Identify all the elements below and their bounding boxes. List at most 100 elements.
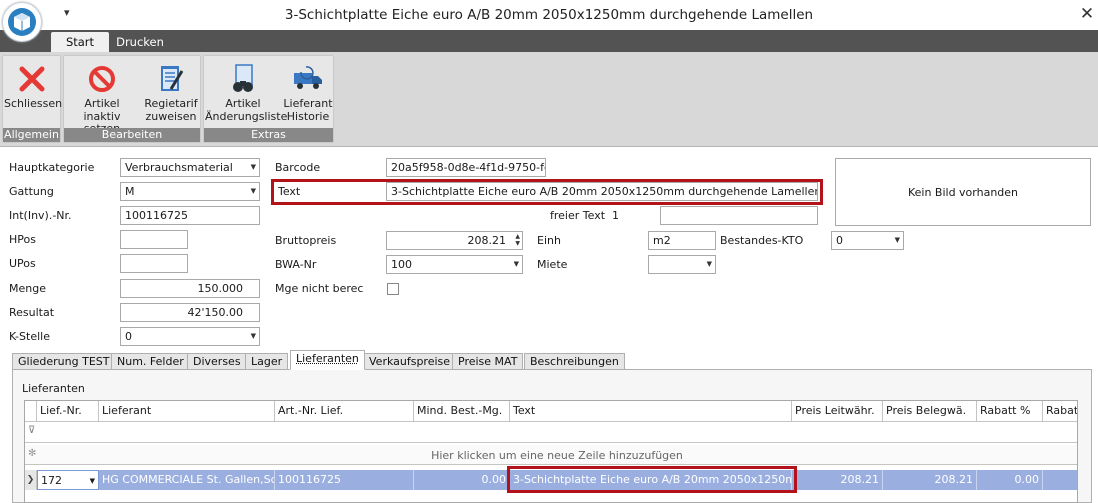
mge-checkbox[interactable] (387, 283, 399, 295)
bestandes-label: Bestandes-KTO (720, 234, 804, 247)
chevron-down-icon[interactable]: ▼ (90, 471, 95, 489)
bwanr-value: 100 (391, 258, 412, 271)
menge-field[interactable]: 150.000 (120, 279, 260, 298)
historie-label-2: Historie (286, 109, 330, 123)
freiertext-field[interactable] (660, 206, 818, 225)
ribbon-group-allgemein: Schliessen Allgemein (2, 55, 63, 143)
cell-mindbest[interactable]: 0.00 (414, 470, 510, 490)
col-header-rabatt[interactable]: Rabatt % (977, 401, 1043, 421)
liefnr-value: 172 (41, 474, 62, 487)
schliessen-label: Schliessen (4, 97, 63, 110)
window-close-icon[interactable]: ✕ (1078, 4, 1096, 24)
bestandes-value: 0 (836, 234, 843, 247)
schliessen-button[interactable]: Schliessen (4, 58, 63, 128)
filter-icon[interactable]: ⊽ (28, 425, 35, 436)
historie-label-1: Lieferant (283, 97, 333, 110)
col-header-preis-beleg[interactable]: Preis Belegwä. (883, 401, 977, 421)
ribbon-tab-strip: Start Drucken (0, 30, 1098, 52)
artikel-inaktiv-button[interactable]: Artikel inaktiv setzen (65, 58, 139, 135)
filter-row[interactable]: ⊽ (25, 421, 1077, 443)
freiertext-label-text: freier Text (550, 209, 606, 222)
upos-label: UPos (9, 257, 36, 270)
regietarif-zuweisen-button[interactable]: Regietarif zuweisen (141, 58, 201, 128)
col-header-preis-leit[interactable]: Preis Leitwähr. (792, 401, 883, 421)
tab-diverses[interactable]: Diverses (187, 353, 247, 370)
cell-lieferant[interactable]: HG COMMERCIALE St. Gallen,Scho (99, 470, 275, 490)
bwanr-select[interactable]: 100 ▼ (386, 255, 523, 274)
resultat-label: Resultat (9, 306, 55, 319)
hpos-field[interactable] (120, 230, 188, 249)
spinner-arrows-icon[interactable]: ▲ ▼ (515, 233, 520, 247)
text-label: Text (278, 185, 301, 198)
tab-lieferanten[interactable]: Lieferanten (290, 350, 365, 370)
tab-beschreibungen[interactable]: Beschreibungen (524, 353, 625, 370)
freiertext-index: 1 (612, 209, 620, 222)
einh-field[interactable]: m2 (648, 231, 716, 250)
chevron-down-icon: ▼ (513, 260, 519, 268)
app-logo-icon[interactable] (2, 2, 42, 42)
col-header-text[interactable]: Text (510, 401, 792, 421)
row-indicator-header (25, 401, 37, 421)
binoculars-document-icon (227, 62, 259, 96)
intnr-field[interactable]: 100116725 (120, 206, 260, 225)
delivery-truck-icon (292, 62, 324, 96)
bruttopreis-value: 208.21 (467, 234, 507, 247)
artikel-aenderungsliste-button[interactable]: Artikel Änderungsliste (205, 58, 287, 128)
new-row[interactable]: ✻ Hier klicken um eine neue Zeile hinzuz… (25, 445, 1077, 465)
resultat-field[interactable]: 42'150.00 (120, 303, 260, 322)
miete-select[interactable]: ▼ (648, 255, 716, 274)
tab-lager[interactable]: Lager (245, 353, 289, 370)
freiertext-label: freier Text 1 (550, 209, 619, 222)
col-header-lieferant[interactable]: Lieferant (99, 401, 275, 421)
new-row-hint[interactable]: Hier klicken um eine neue Zeile hinzuzuf… (37, 445, 1077, 467)
tab-gliederung[interactable]: Gliederung TEST (12, 353, 116, 370)
cell-preis-beleg[interactable]: 208.21 (883, 470, 977, 490)
hauptkategorie-label: Hauptkategorie (9, 161, 95, 174)
tab-start[interactable]: Start (51, 32, 109, 52)
col-header-artnr[interactable]: Art.-Nr. Lief. (275, 401, 414, 421)
hauptkategorie-select[interactable]: Verbrauchsmaterial ▼ (120, 158, 260, 177)
asterisk-icon: ✻ (28, 448, 37, 459)
upos-field[interactable] (120, 254, 188, 273)
tab-lieferanten-label: Lieferanten (296, 352, 359, 365)
chevron-down-icon: ▼ (250, 332, 256, 340)
cell-rabatt[interactable]: 0.00 (977, 470, 1043, 490)
tab-verkaufspreise[interactable]: Verkaufspreise (363, 353, 457, 370)
gattung-label: Gattung (9, 185, 54, 198)
window-title: 3-Schichtplatte Eiche euro A/B 20mm 2050… (284, 7, 814, 23)
panel-title: Lieferanten (22, 382, 85, 395)
chevron-down-icon: ▼ (894, 236, 900, 244)
tab-preise-mat[interactable]: Preise MAT (452, 353, 524, 370)
cell-preis-leit[interactable]: 208.21 (792, 470, 883, 490)
bruttopreis-spinner[interactable]: 208.21 ▲ ▼ (386, 231, 523, 250)
chevron-down-icon: ▼ (250, 163, 256, 171)
text-field[interactable]: 3-Schichtplatte Eiche euro A/B 20mm 2050… (386, 182, 818, 201)
barcode-label: Barcode (275, 161, 321, 174)
col-header-rabat2[interactable]: Rabat (1043, 401, 1077, 421)
group-label-allgemein: Allgemein (3, 128, 60, 142)
menge-label: Menge (9, 282, 46, 295)
col-header-mindbest[interactable]: Mind. Best.-Mg. (414, 401, 510, 421)
row-current-icon: ❯ (25, 470, 37, 490)
bestandes-select[interactable]: 0 ▼ (831, 231, 904, 250)
gattung-value: M (125, 185, 135, 198)
close-icon (16, 62, 48, 96)
prohibited-icon (86, 62, 118, 96)
col-header-liefnr[interactable]: Lief.-Nr. (37, 401, 99, 421)
aenderungsliste-label-1: Artikel (225, 97, 261, 110)
cell-liefnr[interactable]: 172 ▼ (37, 470, 99, 490)
cell-rabat2[interactable] (1043, 470, 1077, 490)
tab-drucken[interactable]: Drucken (112, 32, 168, 52)
chevron-down-icon: ▼ (706, 260, 712, 268)
artikel-inaktiv-label-1: Artikel (84, 97, 120, 110)
image-placeholder[interactable]: Kein Bild vorhanden (835, 158, 1091, 226)
cell-artnr[interactable]: 100116725 (275, 470, 414, 490)
gattung-select[interactable]: M ▼ (120, 182, 260, 201)
lieferant-historie-button[interactable]: Lieferant Historie (283, 58, 333, 128)
kstelle-select[interactable]: 0 ▼ (120, 327, 260, 346)
tab-num-felder[interactable]: Num. Felder (111, 353, 190, 370)
kstelle-label: K-Stelle (9, 330, 50, 343)
chevron-down-icon: ▼ (250, 187, 256, 195)
einh-label: Einh (537, 234, 561, 247)
barcode-field[interactable]: 20a5f958-0d8e-4f1d-9750-fc39 (386, 158, 546, 177)
